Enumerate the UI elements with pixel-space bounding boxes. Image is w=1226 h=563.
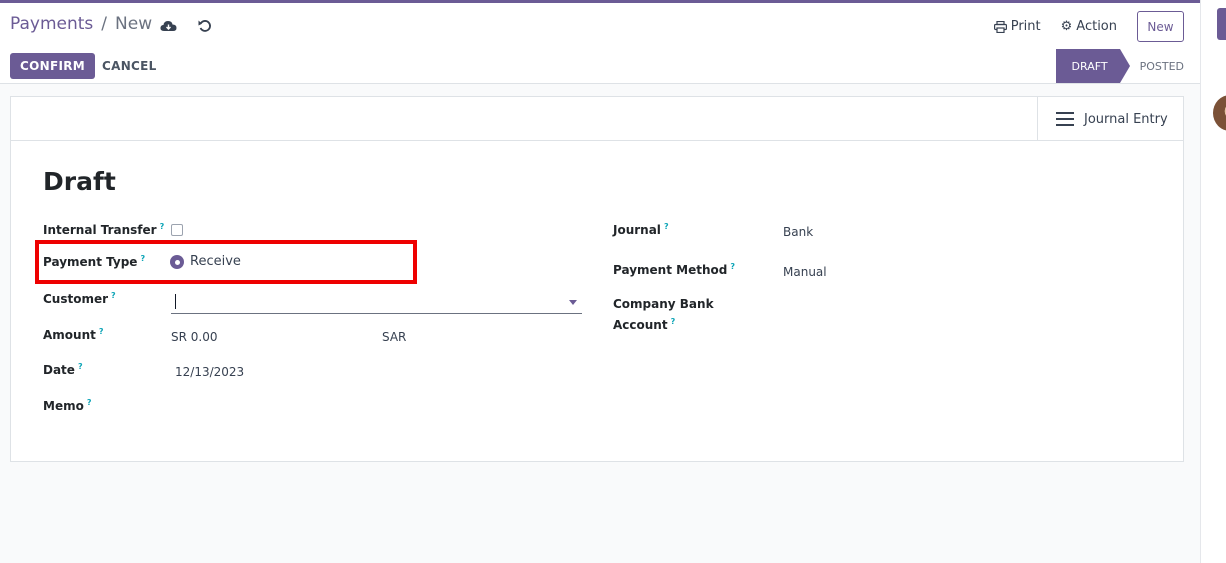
help-icon[interactable]: ? [671, 317, 676, 326]
internal-transfer-checkbox[interactable] [171, 224, 183, 236]
discard-undo-icon[interactable] [195, 16, 215, 36]
chatter-panel [1200, 0, 1226, 563]
action-button[interactable]: ⚙ Action [1061, 19, 1117, 34]
amount-field[interactable]: SR 0.00 [171, 330, 218, 344]
print-label: Print [1010, 19, 1041, 34]
help-icon[interactable]: ? [78, 362, 83, 371]
button-box: Journal Entry [11, 97, 1183, 141]
currency-field[interactable]: SAR [382, 330, 406, 344]
stage-posted[interactable]: POSTED [1130, 49, 1184, 83]
journal-field[interactable]: Bank [783, 225, 813, 239]
print-button[interactable]: Print [993, 19, 1041, 34]
help-icon[interactable]: ? [111, 291, 116, 300]
date-label: Date? [43, 362, 83, 377]
avatar[interactable] [1213, 95, 1226, 131]
stage-draft[interactable]: DRAFT [1055, 49, 1130, 83]
help-icon[interactable]: ? [87, 398, 92, 407]
breadcrumb-separator: / [101, 14, 108, 34]
breadcrumb-payments-link[interactable]: Payments [10, 14, 93, 34]
record-title: Draft [43, 167, 116, 196]
dropdown-caret-icon[interactable] [569, 300, 577, 305]
form-sheet: Journal Entry Draft Internal Transfer? P… [10, 96, 1184, 462]
payment-method-label: Payment Method? [613, 262, 735, 277]
customer-label: Customer? [43, 291, 116, 306]
print-icon [993, 20, 1007, 33]
help-icon[interactable]: ? [664, 222, 669, 231]
action-label: Action [1076, 19, 1117, 34]
journal-label: Journal? [613, 222, 669, 237]
company-bank-account-label-line2: Account? [613, 317, 676, 332]
text-cursor [175, 294, 176, 309]
internal-transfer-label: Internal Transfer? [43, 222, 165, 237]
customer-input[interactable] [171, 290, 582, 314]
confirm-button[interactable]: CONFIRM [10, 53, 95, 79]
control-panel-actions: Print ⚙ Action New [993, 11, 1184, 42]
new-button[interactable]: New [1137, 11, 1184, 42]
journal-entry-label: Journal Entry [1084, 111, 1168, 127]
gear-icon: ⚙ [1060, 19, 1073, 34]
cancel-button[interactable]: CANCEL [102, 53, 157, 79]
help-icon[interactable]: ? [99, 327, 104, 336]
memo-label: Memo? [43, 398, 92, 413]
breadcrumb: Payments / New [10, 14, 152, 34]
control-panel: Payments / New Print ⚙ Action New CONFIR… [0, 3, 1200, 84]
journal-entry-button[interactable]: Journal Entry [1037, 97, 1183, 141]
hamburger-menu-icon [1056, 112, 1074, 126]
status-bar: DRAFT POSTED [1055, 49, 1184, 83]
help-icon[interactable]: ? [160, 222, 165, 231]
save-cloud-icon[interactable] [158, 16, 178, 36]
breadcrumb-current: New [115, 14, 153, 34]
chatter-button[interactable] [1217, 8, 1226, 40]
help-icon[interactable]: ? [730, 262, 735, 271]
date-field[interactable]: 12/13/2023 [175, 365, 244, 379]
highlight-box [35, 240, 417, 284]
company-bank-account-label: Company Bank [613, 297, 714, 311]
payment-method-field[interactable]: Manual [783, 265, 827, 279]
amount-label: Amount? [43, 327, 104, 342]
